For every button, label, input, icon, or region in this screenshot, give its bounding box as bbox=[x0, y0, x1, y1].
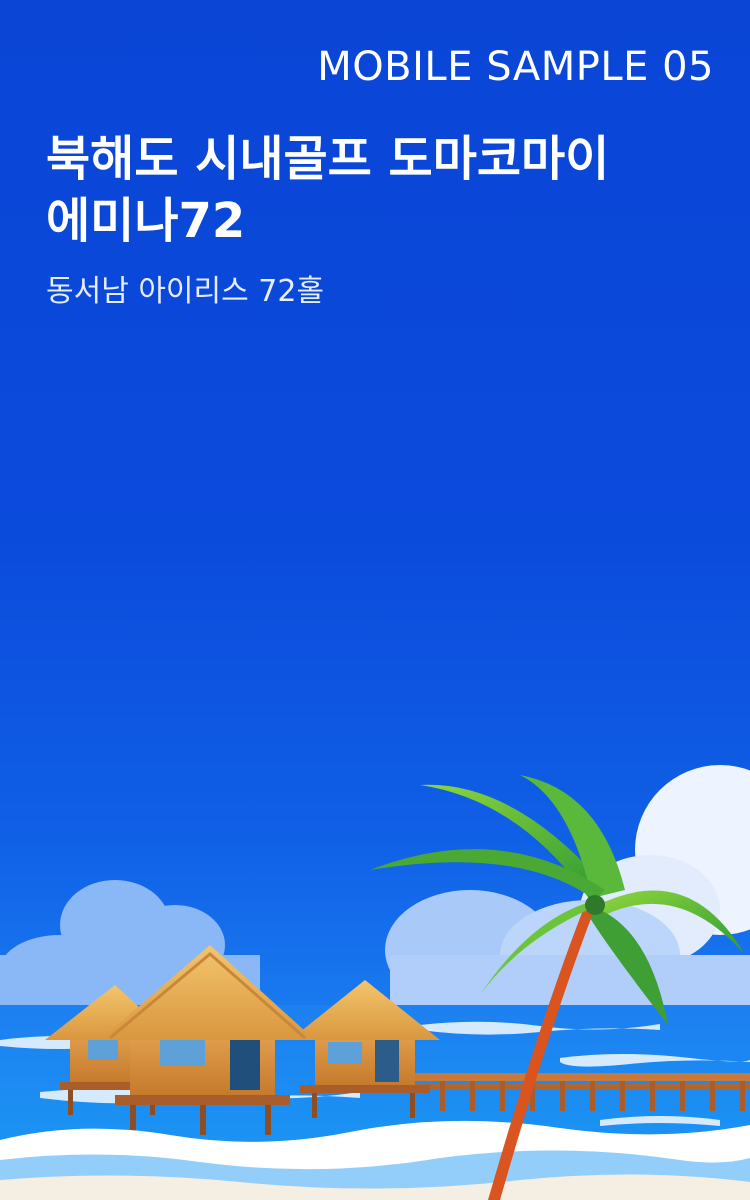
tropical-beach-illustration bbox=[0, 765, 750, 1200]
page-title-line-1: 북해도 시내골프 도마코마이 bbox=[46, 131, 610, 187]
sample-label: MOBILE SAMPLE 05 bbox=[317, 44, 714, 90]
page-subtitle: 동서남 아이리스 72홀 bbox=[46, 274, 325, 309]
page-title-line-2: 에미나72 bbox=[46, 193, 246, 249]
hero-text: 북해도 시내골프 도마코마이 에미나72 동서남 아이리스 72홀 bbox=[46, 128, 726, 310]
app-screen: MOBILE SAMPLE 05 북해도 시내골프 도마코마이 에미나72 동서… bbox=[0, 0, 750, 1200]
